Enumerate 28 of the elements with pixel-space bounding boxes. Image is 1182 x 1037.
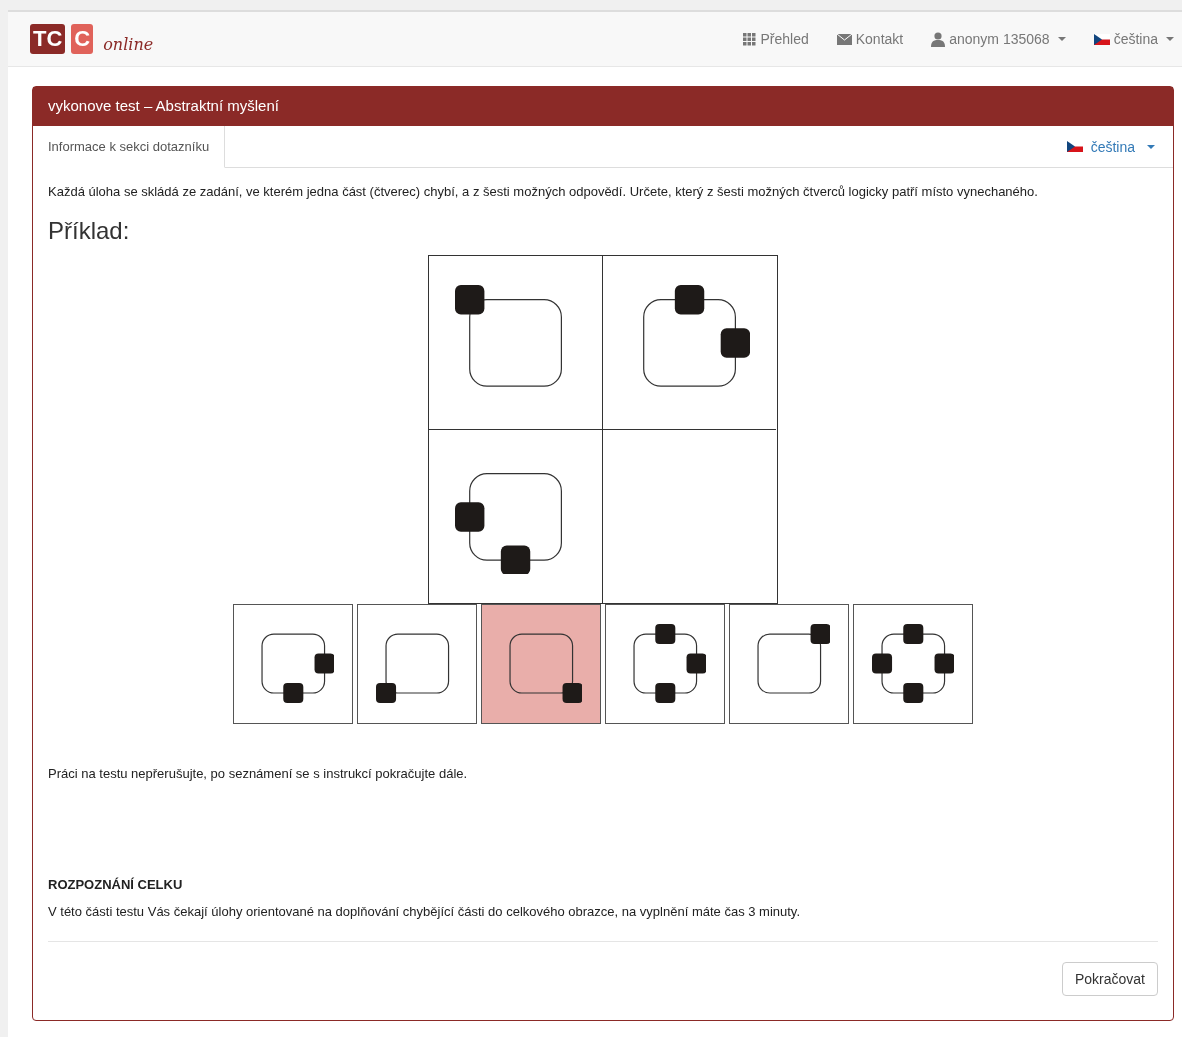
nav-link[interactable]: Přehled: [743, 31, 809, 47]
instructions-text: Každá úloha se skládá ze zadání, ve kterém jedna část (čtverec) chybí, a z šesti možných odpovědí. Určete, který z šesti možných čtverců logicky patří místo vynechaného.: [48, 184, 1039, 199]
answer-option[interactable]: [853, 604, 973, 724]
example-heading: Příklad:: [48, 217, 131, 245]
flag-icon: [1066, 141, 1083, 152]
nav-link[interactable]: čeština: [1093, 31, 1174, 47]
caret-icon: [1057, 37, 1066, 41]
continue-button[interactable]: Pokračovat: [1061, 962, 1158, 996]
answer-option[interactable]: [233, 604, 353, 724]
nav-link[interactable]: Kontakt: [836, 31, 904, 47]
answer-option[interactable]: [481, 604, 601, 724]
answer-option[interactable]: [605, 604, 725, 724]
logo[interactable]: TC C online: [30, 24, 154, 54]
section-heading: ROZPOZNÁNÍ CELKU: [48, 877, 184, 892]
caret-icon: [1147, 144, 1155, 149]
flag-icon: [1093, 33, 1110, 45]
answer-option[interactable]: [729, 604, 849, 724]
mail-icon: [836, 33, 852, 45]
section-text: V této části testu Vás čekají úlohy orientované na doplňování chybějící části do celkového obrazce, na vyplnění máte čas 3 minuty.: [48, 904, 802, 919]
panel-title: vykonove test – Abstraktní myšlení: [33, 87, 1173, 126]
grid-icon: [743, 32, 757, 46]
nav-link[interactable]: anonym 135068: [931, 31, 1066, 47]
caret-icon: [1166, 37, 1174, 41]
note-text: Práci na testu nepřerušujte, po seznámení se s instrukcí pokračujte dále.: [48, 766, 469, 781]
user-icon: [931, 31, 946, 47]
answer-option[interactable]: [357, 604, 477, 724]
language-dropdown[interactable]: čeština: [1066, 126, 1173, 167]
tab[interactable]: Informace k sekci dotazníku: [33, 126, 226, 168]
